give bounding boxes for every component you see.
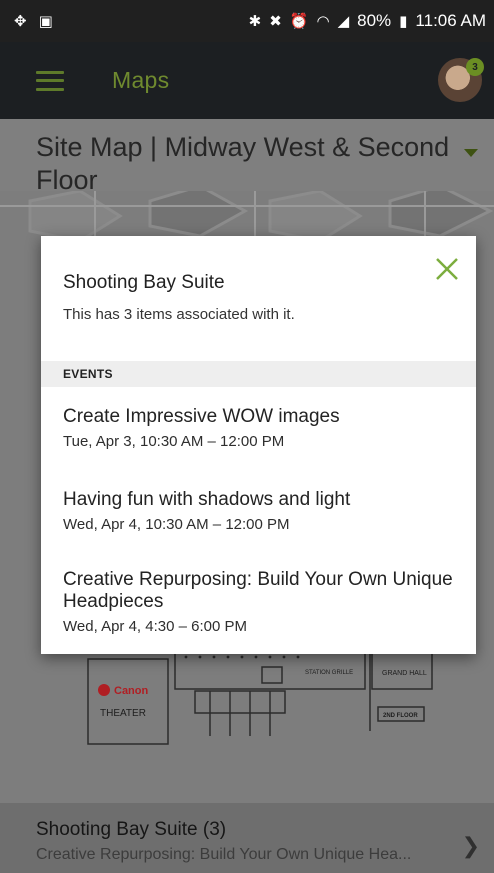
- event-item[interactable]: Create Impressive WOW images Tue, Apr 3,…: [41, 406, 476, 450]
- alarm-icon: ⏰: [289, 12, 309, 30]
- close-icon[interactable]: [434, 256, 460, 282]
- notification-badge: 3: [466, 58, 484, 76]
- grand-hall-label: GRAND HALL: [382, 670, 427, 677]
- battery-percent: 80%: [357, 11, 392, 30]
- bluetooth-icon: ✱: [248, 12, 262, 30]
- page-title: Site Map | Midway West & Second Floor: [36, 132, 450, 191]
- map-selector[interactable]: Site Map | Midway West & Second Floor: [0, 119, 494, 191]
- location-subtitle: Creative Repurposing: Build Your Own Uni…: [36, 846, 412, 863]
- battery-icon: ▮: [399, 12, 408, 30]
- menu-icon[interactable]: [36, 70, 64, 91]
- event-time: Wed, Apr 4, 10:30 AM – 12:00 PM: [63, 516, 290, 533]
- station-grille-label: STATION GRILLE: [305, 670, 353, 676]
- image-notification-icon: ▣: [38, 12, 53, 30]
- theater-label: THEATER: [100, 708, 146, 719]
- wifi-icon: ◠: [316, 12, 330, 30]
- events-section-header: EVENTS: [41, 361, 476, 387]
- location-title: Shooting Bay Suite (3): [36, 819, 227, 840]
- selected-location-bar[interactable]: Shooting Bay Suite (3) Creative Repurpos…: [0, 803, 494, 873]
- event-title: Create Impressive WOW images: [63, 406, 340, 427]
- event-title: Creative Repurposing: Build Your Own Uni…: [63, 569, 453, 612]
- network-sync-icon: ✥: [14, 12, 27, 30]
- event-item[interactable]: Having fun with shadows and light Wed, A…: [41, 489, 476, 533]
- status-bar: ✥ ▣ ✱ ✖ ⏰ ◠ ◢ 80% ▮ 11:06 AM: [0, 0, 494, 42]
- canon-label: Canon: [114, 685, 149, 697]
- avatar[interactable]: 3: [438, 58, 484, 102]
- event-item[interactable]: Creative Repurposing: Build Your Own Uni…: [41, 569, 476, 635]
- app-title: Maps: [112, 67, 170, 93]
- dialog-description: This has 3 items associated with it.: [63, 306, 295, 323]
- event-time: Wed, Apr 4, 4:30 – 6:00 PM: [63, 618, 247, 635]
- signal-icon: ◢: [337, 12, 350, 30]
- event-title: Having fun with shadows and light: [63, 489, 351, 510]
- event-time: Tue, Apr 3, 10:30 AM – 12:00 PM: [63, 433, 285, 450]
- canon-logo-icon: [98, 684, 110, 696]
- mute-icon: ✖: [269, 12, 282, 30]
- app-bar: Maps 3: [0, 42, 494, 119]
- dropdown-arrow-icon[interactable]: [464, 149, 478, 157]
- second-floor-label: 2ND FLOOR: [383, 713, 418, 719]
- dialog-title: Shooting Bay Suite: [63, 272, 225, 293]
- chevron-right-icon[interactable]: ❯: [462, 833, 480, 859]
- clock: 11:06 AM: [415, 11, 486, 30]
- location-dialog: Shooting Bay Suite This has 3 items asso…: [41, 236, 476, 654]
